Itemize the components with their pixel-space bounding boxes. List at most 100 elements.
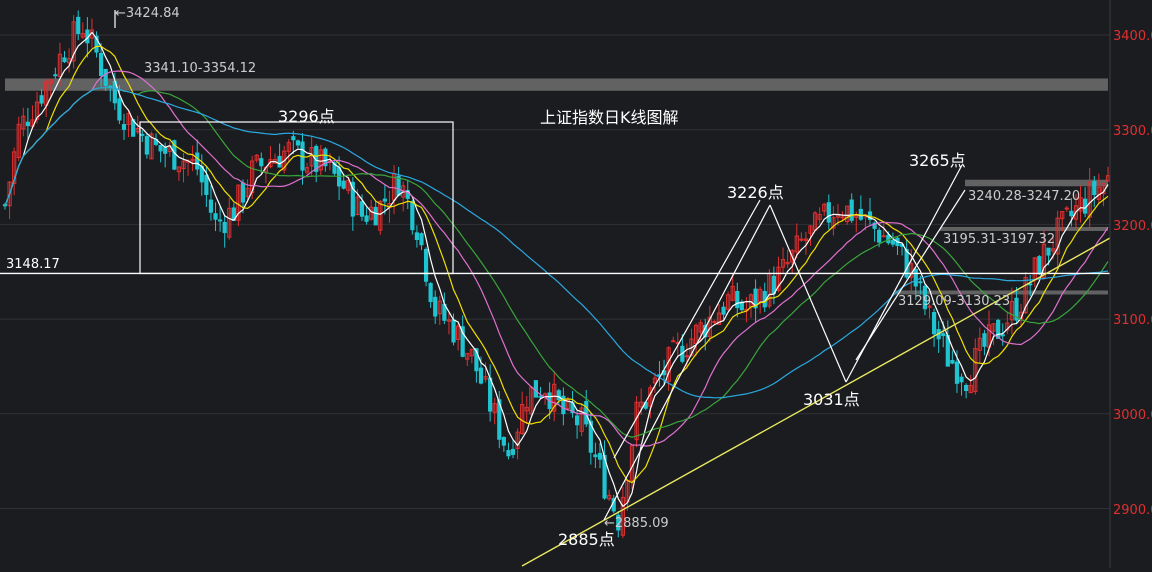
candle-body [950, 359, 955, 364]
candle [822, 202, 827, 216]
peak-label: 3296点 [278, 107, 335, 126]
candle-body [99, 52, 104, 76]
candle [488, 364, 493, 422]
candle [76, 10, 81, 41]
candle [602, 440, 607, 500]
candle [950, 350, 955, 365]
candle [378, 200, 383, 235]
candle [44, 79, 49, 118]
gridlines [0, 34, 1110, 509]
candle-body [359, 201, 365, 217]
candle-body [39, 95, 44, 104]
candle [21, 107, 26, 137]
candle [268, 145, 273, 169]
candle-body [144, 136, 149, 155]
candle-body [771, 275, 776, 294]
candle [593, 442, 598, 469]
candle-body [506, 450, 511, 457]
y-tick-label: 3300.00 [1113, 124, 1152, 139]
candle [442, 292, 447, 325]
candle [671, 336, 676, 343]
level-left-label: 3148.17 [6, 257, 60, 272]
candle-body [364, 215, 369, 222]
y-tick-label: 3200.00 [1113, 219, 1152, 234]
candle [817, 207, 822, 224]
y-tick-label: 3000.00 [1113, 408, 1152, 423]
candle-body [671, 340, 676, 343]
candle [140, 130, 145, 143]
candle-body [597, 452, 603, 460]
candle [428, 282, 433, 308]
candle [785, 249, 790, 269]
candle [849, 193, 854, 224]
candle [739, 299, 744, 313]
candle [7, 180, 12, 220]
candle [771, 266, 776, 305]
moving-average-line [4, 70, 1109, 447]
candlestick-chart: 3400.00 3300.00 3200.00 3100.00 3000.00 … [0, 0, 1152, 568]
zone-label: 3341.10-3354.12 [144, 61, 256, 76]
candle [437, 295, 442, 325]
y-tick-label: 2900.00 [1113, 503, 1152, 518]
candle-body [163, 147, 168, 154]
candle [607, 489, 612, 502]
candle-body [982, 333, 987, 347]
candle [634, 396, 639, 448]
candle [1009, 287, 1014, 335]
candle [693, 323, 699, 356]
candle [831, 206, 836, 236]
candle [12, 147, 17, 196]
candle-body [195, 152, 200, 170]
candle-body [1046, 247, 1051, 256]
candle [767, 269, 772, 309]
candle [968, 374, 973, 394]
candle-body [913, 268, 918, 287]
candle-body [959, 376, 964, 383]
candle [762, 282, 767, 313]
candle-body [208, 199, 214, 213]
candle [597, 443, 603, 469]
candle-body [538, 395, 543, 398]
candle [419, 232, 424, 251]
candle [254, 154, 259, 163]
candle [1087, 167, 1092, 229]
candle [208, 185, 214, 221]
candle-body [451, 319, 456, 343]
y-tick-label: 3100.00 [1113, 313, 1152, 328]
candle [726, 291, 731, 312]
candle-body [103, 68, 108, 87]
candle-body [117, 98, 122, 121]
candle-body [76, 16, 81, 35]
candle-body [712, 320, 717, 323]
candle [218, 206, 223, 232]
candle-body [584, 401, 589, 425]
candle [405, 180, 410, 210]
candle [735, 282, 740, 318]
candle [748, 293, 754, 318]
candle [465, 352, 470, 366]
candle-body [996, 319, 1001, 339]
candle [318, 144, 323, 176]
candle [71, 15, 76, 69]
candle-body [1092, 181, 1097, 196]
candle [1000, 323, 1005, 346]
candle-body [373, 206, 378, 226]
candle [295, 139, 301, 149]
candle [446, 312, 452, 335]
candle-body [433, 296, 438, 317]
rise-channel-line [603, 204, 771, 521]
candle [364, 207, 369, 225]
candle [520, 391, 525, 435]
price-band [940, 226, 1108, 231]
candle [460, 315, 465, 358]
low-marker-label: ←2885.09 [604, 516, 669, 531]
candle-body [25, 121, 30, 127]
candle-body [414, 232, 420, 241]
candle-body [877, 229, 882, 243]
candle [222, 215, 227, 248]
candle-body [1028, 283, 1033, 286]
candle [149, 131, 154, 160]
candle-body [53, 74, 58, 77]
candle-body [1064, 207, 1069, 210]
candle-body [291, 136, 296, 141]
